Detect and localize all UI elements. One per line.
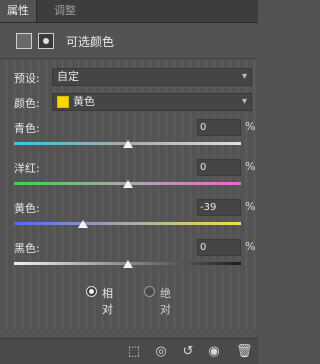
clip-to-layer-icon[interactable]: ⬚ bbox=[126, 344, 142, 360]
yellow-value-input[interactable]: -39 bbox=[197, 199, 241, 216]
preset-value: 自定 bbox=[57, 70, 79, 83]
cyan-slider-thumb[interactable] bbox=[122, 140, 133, 148]
color-dropdown[interactable]: 黄色 ▾ bbox=[52, 93, 252, 111]
preset-label: 预设: bbox=[14, 72, 40, 85]
yellow-unit: % bbox=[245, 200, 256, 213]
relative-radio[interactable] bbox=[86, 286, 97, 297]
absolute-label[interactable]: 绝对 bbox=[160, 285, 171, 317]
magenta-slider-thumb[interactable] bbox=[122, 180, 133, 188]
cyan-unit: % bbox=[245, 120, 256, 133]
panel-tabs: 属性 调整 bbox=[0, 0, 258, 23]
black-unit: % bbox=[245, 240, 256, 253]
absolute-radio[interactable] bbox=[144, 286, 155, 297]
view-previous-icon[interactable]: ◎ bbox=[153, 344, 169, 360]
yellow-label: 黄色: bbox=[14, 202, 40, 215]
yellow-slider-thumb[interactable] bbox=[78, 220, 89, 228]
panel-header: 可选颜色 bbox=[0, 30, 258, 52]
visibility-eye-icon[interactable]: ◉ bbox=[206, 344, 222, 360]
chevron-down-icon: ▾ bbox=[241, 96, 247, 107]
layer-mask-icon[interactable] bbox=[38, 33, 54, 49]
divider bbox=[0, 58, 258, 59]
yellow-slider-track[interactable] bbox=[14, 222, 241, 225]
adjustment-layer-icon[interactable] bbox=[16, 33, 32, 49]
preset-dropdown[interactable]: 自定 ▾ bbox=[52, 68, 252, 86]
panel-footer: ⬚ ◎ ↺ ◉ 🗑 bbox=[0, 338, 258, 364]
color-value: 黄色 bbox=[73, 95, 95, 108]
black-label: 黑色: bbox=[14, 242, 40, 255]
properties-panel: 属性 调整 可选颜色 预设: 自定 ▾ 颜色: 黄色 ▾ 青色: 0 % 洋红:… bbox=[0, 0, 258, 364]
reset-icon[interactable]: ↺ bbox=[180, 344, 196, 360]
color-swatch bbox=[57, 96, 69, 108]
chevron-down-icon: ▾ bbox=[241, 71, 247, 82]
tab-adjustments[interactable]: 调整 bbox=[47, 0, 83, 22]
magenta-label: 洋红: bbox=[14, 162, 40, 175]
cyan-value-input[interactable]: 0 bbox=[197, 119, 241, 136]
tab-properties[interactable]: 属性 bbox=[0, 0, 37, 22]
relative-label[interactable]: 相对 bbox=[102, 285, 113, 317]
cyan-label: 青色: bbox=[14, 122, 40, 135]
trash-icon[interactable]: 🗑 bbox=[236, 344, 253, 360]
magenta-unit: % bbox=[245, 160, 256, 173]
color-label: 颜色: bbox=[14, 97, 40, 110]
black-value-input[interactable]: 0 bbox=[197, 239, 241, 256]
magenta-value-input[interactable]: 0 bbox=[197, 159, 241, 176]
black-slider-thumb[interactable] bbox=[122, 260, 133, 268]
panel-title: 可选颜色 bbox=[66, 35, 115, 49]
